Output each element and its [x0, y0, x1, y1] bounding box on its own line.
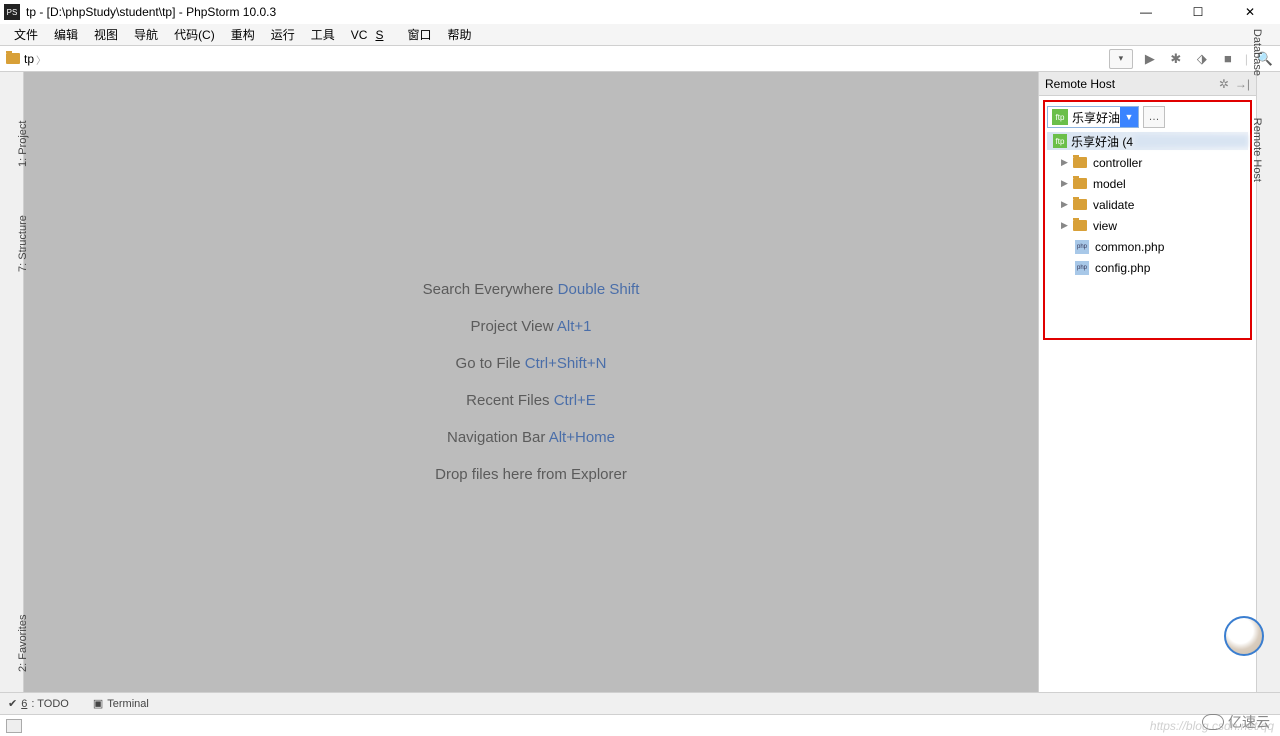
hint-search: Search Everywhere Double Shift	[423, 281, 640, 298]
tab-todo[interactable]: ✔ 6: TODO	[8, 697, 69, 710]
menu-edit[interactable]: 编辑	[46, 24, 86, 45]
hide-icon[interactable]: →|	[1235, 77, 1250, 91]
editor-empty[interactable]: Search Everywhere Double Shift Project V…	[24, 72, 1038, 692]
debug-icon[interactable]: ✱	[1167, 50, 1185, 68]
expand-icon: ▶	[1061, 157, 1071, 168]
menu-refactor[interactable]: 重构	[223, 24, 263, 45]
menu-code[interactable]: 代码(C)	[166, 24, 223, 45]
expand-icon: ▶	[1061, 178, 1071, 189]
tab-terminal[interactable]: ▣ Terminal	[93, 697, 149, 710]
menu-navigate[interactable]: 导航	[126, 24, 166, 45]
window-controls: — ☐ ✕	[1132, 2, 1276, 22]
bottom-bar: ✔ 6: TODO ▣ Terminal	[0, 692, 1280, 714]
tab-database[interactable]: Database	[1251, 29, 1263, 76]
tab-project[interactable]: 1: Project	[17, 121, 29, 167]
expand-icon: ▶	[1061, 199, 1071, 210]
tree-folder-view[interactable]: ▶view	[1047, 215, 1248, 236]
remote-host-header: Remote Host ✲ →|	[1039, 72, 1256, 96]
right-sidebar: Database Remote Host	[1256, 72, 1280, 692]
avatar	[1224, 616, 1264, 656]
remote-root-label: 乐享好油 (4	[1071, 133, 1133, 150]
tab-structure-label: 7: Structure	[17, 215, 29, 272]
close-button[interactable]: ✕	[1236, 2, 1264, 22]
brand-watermark: 亿速云	[1202, 712, 1270, 732]
highlight-box: ftp 乐享好油 ▼ … ftp 乐享好油 (4 ▶controller ▶mo…	[1043, 100, 1252, 340]
breadcrumb-root[interactable]: tp	[24, 52, 44, 66]
hint-project: Project View Alt+1	[470, 318, 591, 335]
expand-icon: ▶	[1061, 220, 1071, 231]
tab-favorites-label: 2: Favorites	[17, 615, 29, 672]
hint-recent: Recent Files Ctrl+E	[466, 392, 596, 409]
tree-file-config[interactable]: phpconfig.php	[1047, 257, 1248, 278]
toolbar-right: ▾ ▶ ✱ ⬗ ■ | 🔍	[1109, 49, 1274, 69]
tab-remote-label: Remote Host	[1251, 118, 1263, 182]
maximize-button[interactable]: ☐	[1184, 2, 1212, 22]
folder-icon	[1073, 178, 1087, 189]
tab-structure[interactable]: 7: Structure	[17, 215, 29, 272]
cloud-icon	[1202, 714, 1224, 730]
status-bar: https://blog.csdn.net/qq	[0, 714, 1280, 736]
php-file-icon: php	[1075, 240, 1089, 254]
window-title: tp - [D:\phpStudy\student\tp] - PhpStorm…	[26, 5, 276, 19]
menu-vcs[interactable]: VCS	[343, 26, 400, 44]
hint-drop: Drop files here from Explorer	[435, 466, 627, 483]
tree-file-common[interactable]: phpcommon.php	[1047, 236, 1248, 257]
tree-folder-controller[interactable]: ▶controller	[1047, 152, 1248, 173]
remote-host-title: Remote Host	[1045, 77, 1115, 91]
remote-root[interactable]: ftp 乐享好油 (4	[1047, 132, 1248, 150]
folder-icon	[6, 53, 20, 64]
remote-tree: ▶controller ▶model ▶validate ▶view phpco…	[1047, 152, 1248, 278]
tab-database-label: Database	[1251, 29, 1263, 76]
ftp-icon: ftp	[1052, 109, 1068, 125]
run-config-dropdown[interactable]: ▾	[1109, 49, 1133, 69]
run-icon[interactable]: ▶	[1141, 50, 1159, 68]
title-bar: PS tp - [D:\phpStudy\student\tp] - PhpSt…	[0, 0, 1280, 24]
nav-bar: tp ▾ ▶ ✱ ⬗ ■ | 🔍	[0, 46, 1280, 72]
hint-goto: Go to File Ctrl+Shift+N	[456, 355, 607, 372]
menu-file[interactable]: 文件	[6, 24, 46, 45]
tab-remote-host[interactable]: Remote Host	[1251, 118, 1263, 182]
menu-tools[interactable]: 工具	[303, 24, 343, 45]
chevron-down-icon: ▼	[1120, 107, 1138, 127]
server-dropdown[interactable]: ftp 乐享好油 ▼	[1047, 106, 1139, 128]
gear-icon[interactable]: ✲	[1219, 77, 1229, 91]
menu-run[interactable]: 运行	[263, 24, 303, 45]
server-browse-button[interactable]: …	[1143, 106, 1165, 128]
tab-favorites[interactable]: 2: Favorites	[17, 615, 29, 672]
tab-project-label: 1: Project	[17, 121, 29, 167]
tree-folder-validate[interactable]: ▶validate	[1047, 194, 1248, 215]
main-area: 1: Project 7: Structure 2: Favorites Sea…	[0, 72, 1280, 692]
left-sidebar: 1: Project 7: Structure 2: Favorites	[0, 72, 24, 692]
stop-icon[interactable]: ■	[1219, 50, 1237, 68]
folder-icon	[1073, 157, 1087, 168]
remote-host-panel: Remote Host ✲ →| ftp 乐享好油 ▼ … ftp 乐享好油	[1038, 72, 1256, 692]
menu-view[interactable]: 视图	[86, 24, 126, 45]
menu-window[interactable]: 窗口	[399, 24, 439, 45]
app-icon: PS	[4, 4, 20, 20]
php-file-icon: php	[1075, 261, 1089, 275]
brand-text: 亿速云	[1228, 712, 1270, 732]
folder-icon	[1073, 199, 1087, 210]
remote-host-body: ftp 乐享好油 ▼ … ftp 乐享好油 (4 ▶controller ▶mo…	[1039, 96, 1256, 692]
menu-help[interactable]: 帮助	[439, 24, 479, 45]
status-indicator[interactable]	[6, 719, 22, 733]
minimize-button[interactable]: —	[1132, 2, 1160, 22]
hint-navbar: Navigation Bar Alt+Home	[447, 429, 615, 446]
tree-folder-model[interactable]: ▶model	[1047, 173, 1248, 194]
folder-icon	[1073, 220, 1087, 231]
coverage-icon[interactable]: ⬗	[1193, 50, 1211, 68]
server-name: 乐享好油	[1072, 109, 1120, 126]
ftp-icon: ftp	[1053, 134, 1067, 148]
menu-bar: 文件 编辑 视图 导航 代码(C) 重构 运行 工具 VCS 窗口 帮助	[0, 24, 1280, 46]
